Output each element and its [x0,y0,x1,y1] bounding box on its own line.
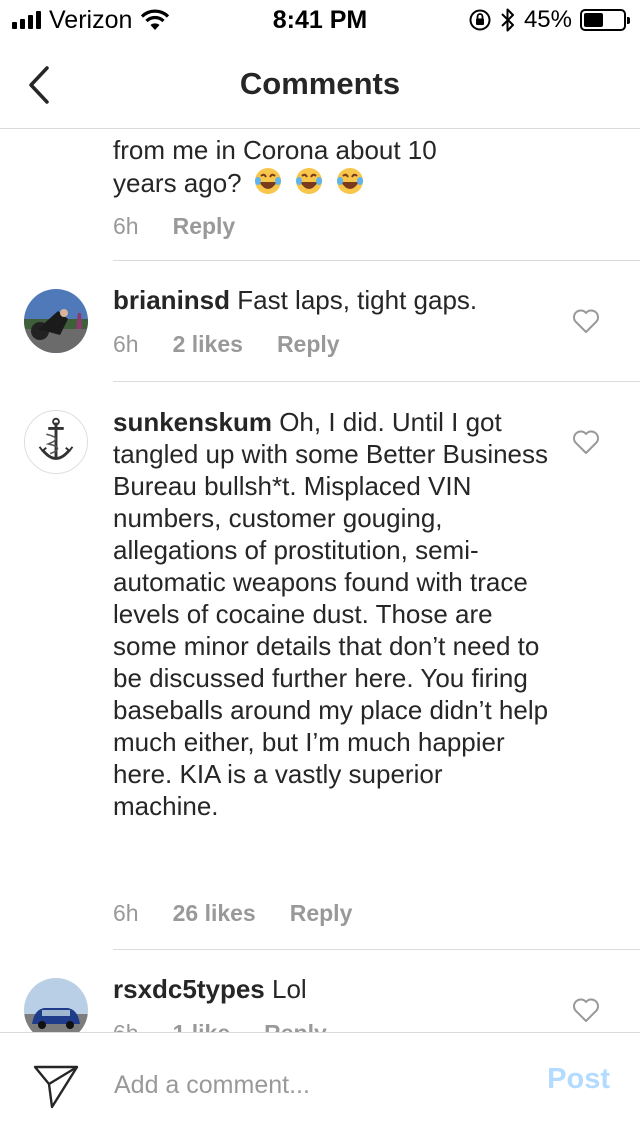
comment-line: years ago? [113,168,242,198]
comment-item: sunkenskum Oh, I did. Until I got tangle… [0,382,640,950]
status-bar: Verizon 8:41 PM 45% [0,0,640,40]
reply-button[interactable]: Reply [264,1020,327,1032]
comment-text: from me in Corona about 10 years ago? [113,134,553,199]
comment-time: 6h [113,900,139,926]
page-title: Comments [239,66,401,101]
avatar[interactable] [24,410,88,474]
orientation-lock-icon [469,9,491,31]
comment-meta: 6h Reply [113,213,235,240]
comment-item: from me in Corona about 10 years ago? 6h… [0,129,640,261]
post-button[interactable]: Post [547,1063,610,1096]
likes-count[interactable]: 1 like [173,1020,231,1032]
status-right: 45% [468,6,630,34]
username[interactable]: brianinsd [113,285,230,315]
likes-count[interactable]: 26 likes [173,900,256,927]
avatar[interactable] [24,289,88,353]
paper-plane-icon[interactable] [32,1063,80,1109]
battery-fill [584,13,603,27]
comment-item: brianinsd Fast laps, tight gaps. 6h 2 li… [0,261,640,382]
laughing-emoji-icon [253,166,283,196]
comment-time: 6h [113,331,139,357]
reply-button[interactable]: Reply [277,331,340,358]
battery-icon [580,9,630,31]
laughing-emoji-icon [335,166,365,196]
comment-meta: 6h 26 likes Reply [113,900,352,927]
comment-text: sunkenskum Oh, I did. Until I got tangle… [113,406,553,822]
comment-time: 6h [113,213,139,239]
username[interactable]: sunkenskum [113,407,272,437]
heart-icon[interactable] [572,997,600,1023]
nav-header: Comments [0,40,640,129]
comment-body: Fast laps, tight gaps. [237,285,478,315]
laughing-emoji-icon [294,166,324,196]
heart-icon[interactable] [572,429,600,455]
battery-percent: 45% [523,6,572,33]
comment-meta: 6h 2 likes Reply [113,331,340,358]
comment-time: 6h [113,1020,139,1032]
username[interactable]: rsxdc5types [113,974,265,1004]
comment-input[interactable] [114,1063,504,1107]
comment-item: rsxdc5types Lol 6h 1 like Reply [0,950,640,1032]
comment-body: Lol [272,974,307,1004]
reply-button[interactable]: Reply [173,213,236,240]
likes-count[interactable]: 2 likes [173,331,243,358]
reply-button[interactable]: Reply [290,900,353,927]
heart-icon[interactable] [572,308,600,334]
bluetooth-icon [501,8,514,32]
comment-line: from me in Corona about 10 [113,135,437,165]
comment-meta: 6h 1 like Reply [113,1020,327,1032]
comment-text: brianinsd Fast laps, tight gaps. [113,284,553,316]
avatar[interactable] [24,978,88,1032]
comment-text: rsxdc5types Lol [113,973,553,1005]
comment-body: Oh, I did. Until I got tangled up with s… [113,407,549,821]
comment-composer: Post [0,1032,640,1136]
comments-list[interactable]: from me in Corona about 10 years ago? 6h… [0,129,640,1032]
